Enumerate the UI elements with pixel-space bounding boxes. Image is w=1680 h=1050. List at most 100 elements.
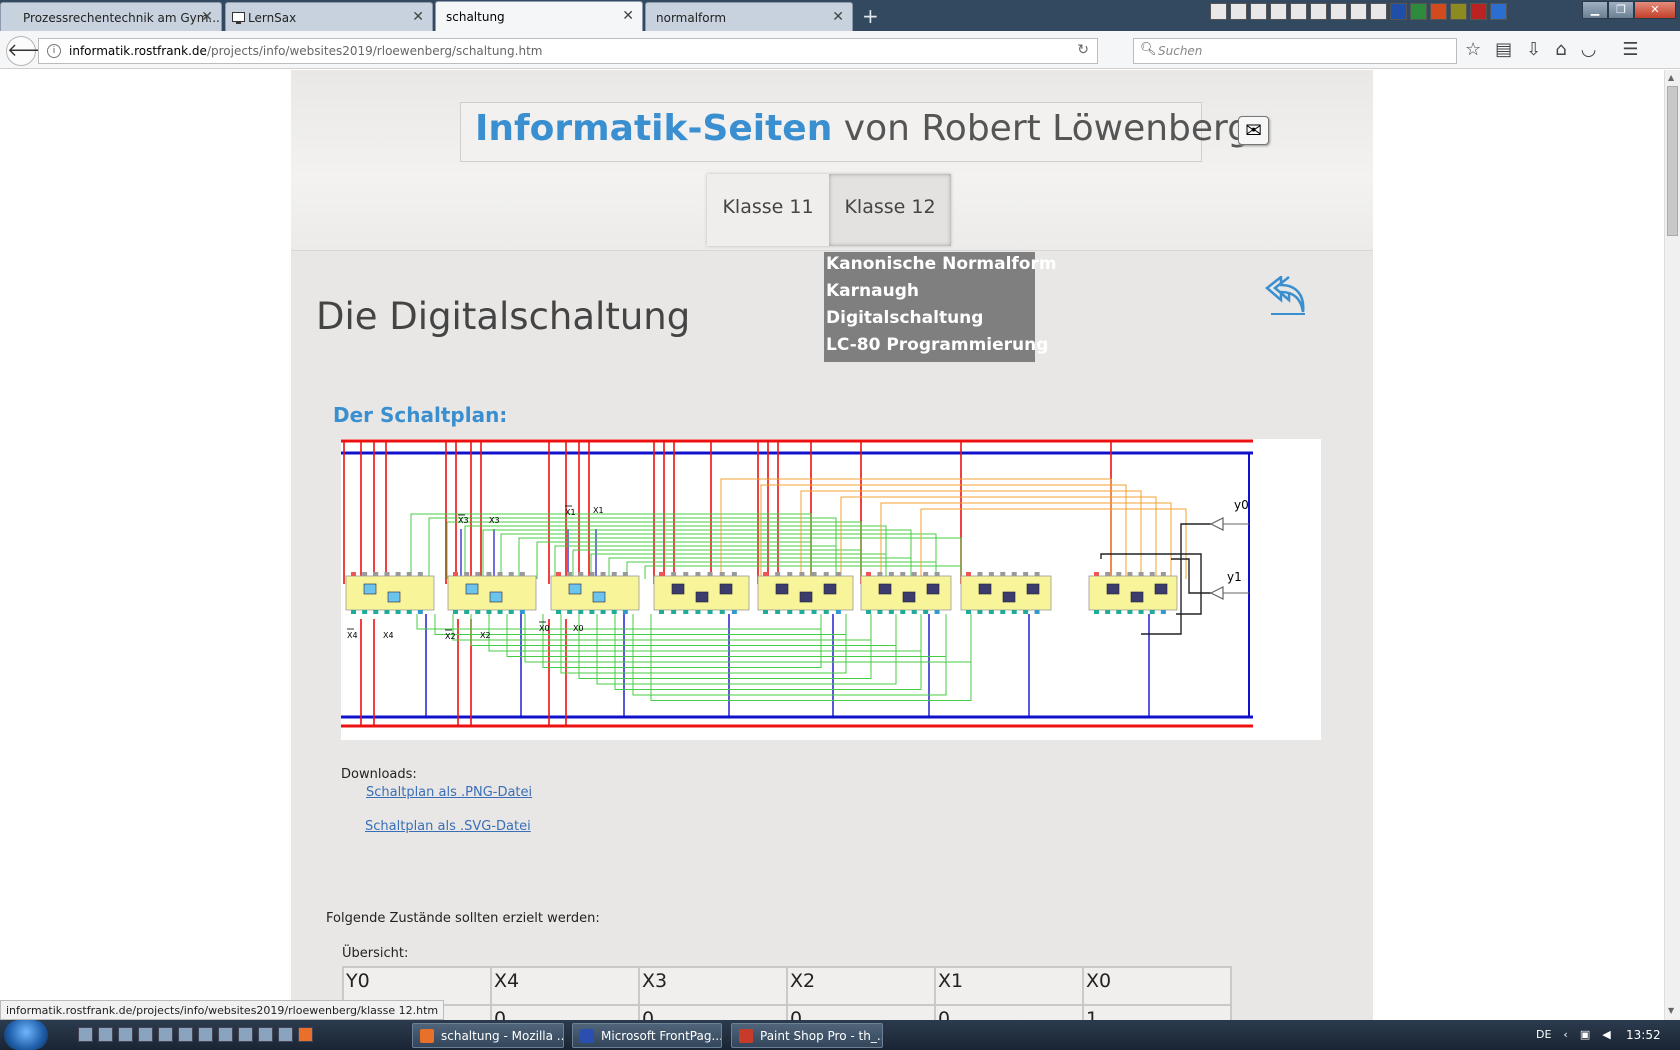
dropdown-item-digitalschaltung[interactable]: Digitalschaltung (826, 308, 1033, 335)
task-label: Microsoft FrontPag... (601, 1029, 722, 1043)
scroll-up-icon[interactable]: ▲ (1668, 73, 1674, 82)
back-button[interactable]: 🡐 (6, 36, 55, 66)
tab-prozessrechentechnik[interactable]: Prozessrechentechnik am Gym... ✕ (0, 2, 222, 31)
mail-shortcut-icon[interactable] (1270, 3, 1287, 20)
tray-expand-icon[interactable]: ‹ (1563, 1028, 1567, 1041)
bookmark-star-icon[interactable]: ☆ (1465, 39, 1481, 60)
taskbar-task-firefox[interactable]: schaltung - Mozilla ... (412, 1023, 564, 1048)
new-tab-icon[interactable]: + (862, 4, 879, 28)
chip-pin (888, 572, 894, 576)
download-icon[interactable]: ⇩ (1526, 39, 1541, 60)
close-tab-icon[interactable]: ✕ (622, 8, 634, 24)
chip-pin (671, 610, 677, 614)
search-input[interactable]: 🔍︎ Suchen (1133, 38, 1457, 64)
mail-icon[interactable]: ✉ (1238, 116, 1269, 145)
scrollbar-thumb[interactable] (1667, 86, 1678, 236)
menu-hamburger-icon[interactable]: ☰ (1622, 39, 1638, 60)
app-launch-icon[interactable] (138, 1027, 153, 1042)
app-shortcut-icon[interactable] (1350, 3, 1367, 20)
chip-pin (1023, 610, 1029, 614)
word-shortcut-icon[interactable] (1390, 3, 1407, 20)
close-window-button[interactable]: ✕ (1634, 1, 1676, 19)
site-info-icon[interactable]: i (47, 44, 61, 58)
taskbar-task-frontpage[interactable]: Microsoft FrontPag... (572, 1023, 722, 1048)
logic-gate (926, 583, 940, 595)
return-arrow-icon[interactable] (1263, 276, 1307, 316)
tab-schaltung[interactable]: schaltung ✕ (435, 1, 643, 32)
app-shortcut-icon[interactable] (1310, 3, 1327, 20)
chip-pin (395, 610, 401, 614)
app-shortcut-icon[interactable] (1470, 3, 1487, 20)
download-png-link[interactable]: Schaltplan als .PNG-Datei (366, 785, 532, 800)
dropdown-item-lc80[interactable]: LC-80 Programmierung (826, 335, 1048, 362)
chip-pin (1000, 572, 1006, 576)
app-launch-icon[interactable] (158, 1027, 173, 1042)
taskbar-task-paintshop[interactable]: Paint Shop Pro - th_... (731, 1023, 883, 1048)
app-shortcut-icon[interactable] (1450, 3, 1467, 20)
chip-pin (611, 572, 617, 576)
chip-pin (373, 572, 379, 576)
tab-label: Prozessrechentechnik am Gym... (23, 11, 220, 25)
firefox-launch-icon[interactable] (298, 1027, 313, 1042)
app-launch-icon[interactable] (178, 1027, 193, 1042)
chip-pin (923, 572, 929, 576)
nav-klasse-12[interactable]: Klasse 12 (829, 174, 951, 246)
chip-pin (486, 610, 492, 614)
app-shortcut-icon[interactable] (1330, 3, 1347, 20)
app-launch-icon[interactable] (278, 1027, 293, 1042)
app-shortcut-icon[interactable] (1210, 3, 1227, 20)
reload-icon[interactable]: ↻ (1077, 42, 1089, 58)
chip-pin (1138, 572, 1144, 576)
nav-klasse-11[interactable]: Klasse 11 (707, 174, 829, 246)
taskbar-clock[interactable]: 13:52 (1626, 1028, 1661, 1042)
volume-icon[interactable]: ◀ (1602, 1028, 1610, 1041)
close-tab-icon[interactable]: ✕ (201, 9, 213, 25)
chip-pin (1138, 610, 1144, 614)
chip-pin (1094, 610, 1099, 614)
language-indicator[interactable]: DE (1536, 1028, 1551, 1041)
minimize-button[interactable]: ▁ (1582, 1, 1608, 19)
tab-normalform[interactable]: normalform ✕ (645, 2, 853, 31)
circuit-schematic[interactable]: X3 X3 X1 X1 X4 X4 X2 X2 X0 X0 y0 y1 (341, 439, 1321, 740)
app-shortcut-icon[interactable] (1490, 3, 1507, 20)
reading-list-icon[interactable]: ▤ (1495, 39, 1512, 60)
table-header-x1: X1 (934, 966, 1084, 1006)
logic-gate (1154, 583, 1168, 595)
app-launch-icon[interactable] (118, 1027, 133, 1042)
chip-pin (395, 572, 401, 576)
app-launch-icon[interactable] (218, 1027, 233, 1042)
excel-shortcut-icon[interactable] (1410, 3, 1427, 20)
url-bar[interactable]: i informatik.rostfrank.de/projects/info/… (38, 38, 1098, 64)
app-shortcut-icon[interactable] (1250, 3, 1267, 20)
maximize-button[interactable]: ❐ (1608, 1, 1634, 19)
tab-bar: Prozessrechentechnik am Gym... ✕ LernSax… (0, 0, 1680, 32)
app-shortcut-icon[interactable] (1230, 3, 1247, 20)
close-tab-icon[interactable]: ✕ (832, 9, 844, 25)
chip-pin (1116, 572, 1122, 576)
app-launch-icon[interactable] (238, 1027, 253, 1042)
app-shortcut-icon[interactable] (1370, 3, 1387, 20)
app-launch-icon[interactable] (198, 1027, 213, 1042)
logic-gate (823, 583, 837, 595)
pocket-icon[interactable]: ◡ (1581, 39, 1597, 60)
app-launch-icon[interactable] (258, 1027, 273, 1042)
close-tab-icon[interactable]: ✕ (412, 9, 424, 25)
download-svg-link[interactable]: Schaltplan als .SVG-Datei (365, 819, 531, 834)
network-icon[interactable]: ▣ (1580, 1028, 1590, 1041)
powerpoint-shortcut-icon[interactable] (1430, 3, 1447, 20)
chip-pin (977, 610, 983, 614)
app-launch-icon[interactable] (98, 1027, 113, 1042)
app-shortcut-icon[interactable] (1290, 3, 1307, 20)
app-launch-icon[interactable] (78, 1027, 93, 1042)
dropdown-item-karnaugh[interactable]: Karnaugh (826, 281, 1033, 308)
tab-lernsax[interactable]: LernSax ✕ (225, 2, 433, 31)
vertical-scrollbar[interactable]: ▲ ▼ (1664, 70, 1680, 1020)
scroll-down-icon[interactable]: ▼ (1668, 1006, 1674, 1015)
chip-pin (1000, 610, 1006, 614)
navigation-toolbar: 🡐 i informatik.rostfrank.de/projects/inf… (0, 31, 1680, 69)
home-icon[interactable]: ⌂ (1555, 39, 1566, 60)
dropdown-item-kanonische-normalform[interactable]: Kanonische Normalform (826, 254, 1057, 281)
start-button[interactable] (4, 1020, 48, 1050)
table-cell: 0 (786, 1004, 936, 1020)
logic-gate (695, 591, 709, 603)
